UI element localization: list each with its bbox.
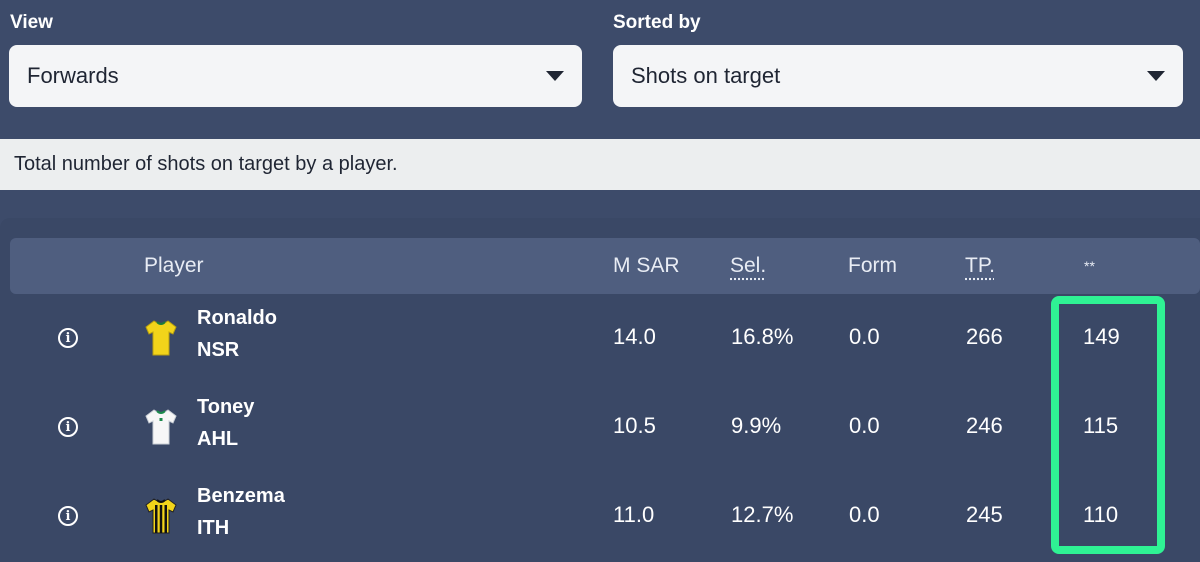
msar-value: 10.5 [613, 413, 656, 438]
chevron-down-icon [1147, 71, 1165, 81]
view-dropdown[interactable]: Forwards [9, 45, 582, 107]
info-icon[interactable]: i [58, 506, 78, 526]
info-icon[interactable]: i [58, 328, 78, 348]
header-sorted-stat[interactable]: ** [1084, 238, 1095, 294]
sorted-column-highlight [1051, 296, 1165, 554]
header-selected[interactable]: Sel. [730, 238, 766, 294]
selected-value: 12.7% [731, 502, 794, 527]
yellow-black-striped-shirt-icon [145, 498, 177, 534]
player-name[interactable]: Benzema [197, 485, 285, 508]
player-team: AHL [197, 428, 239, 450]
stat-description: Total number of shots on target by a pla… [0, 139, 1200, 190]
stats-screen: View Forwards Sorted by Shots on target … [0, 0, 1200, 562]
form-value: 0.0 [849, 324, 880, 349]
total-points-value: 246 [966, 413, 1003, 438]
table-header: Player M SAR Sel. Form TP. ** [10, 238, 1200, 294]
stat-description-text: Total number of shots on target by a pla… [14, 153, 398, 175]
selected-value: 9.9% [731, 413, 782, 438]
view-label: View [10, 12, 53, 33]
yellow-shirt-icon [145, 320, 177, 356]
chevron-down-icon [546, 71, 564, 81]
sort-dropdown[interactable]: Shots on target [613, 45, 1183, 107]
form-value: 0.0 [849, 502, 880, 527]
header-total-points[interactable]: TP. [965, 238, 995, 294]
msar-value: 11.0 [613, 502, 655, 527]
view-dropdown-value: Forwards [27, 63, 119, 88]
header-form[interactable]: Form [848, 238, 897, 294]
msar-value: 14.0 [613, 324, 656, 349]
sort-label: Sorted by [613, 12, 701, 33]
player-name[interactable]: Ronaldo [197, 307, 277, 330]
selected-value: 16.8% [731, 324, 794, 349]
player-team: NSR [197, 339, 240, 361]
sort-dropdown-value: Shots on target [631, 63, 781, 88]
player-name[interactable]: Toney [197, 396, 254, 419]
form-value: 0.0 [849, 413, 880, 438]
total-points-value: 266 [966, 324, 1003, 349]
header-player[interactable]: Player [144, 238, 204, 294]
table-row[interactable]: i Ronaldo NSR 14.0 16.8% 0.0 266 149 [0, 294, 1200, 383]
header-msar[interactable]: M SAR [613, 238, 680, 294]
info-icon[interactable]: i [58, 417, 78, 437]
player-team: ITH [197, 517, 230, 539]
table-row[interactable]: i Toney AHL 10.5 9.9% 0.0 246 115 [0, 383, 1200, 472]
table-row[interactable]: i Benzema ITH 11.0 12.7% 0.0 245 110 [0, 472, 1200, 561]
total-points-value: 245 [966, 502, 1003, 527]
white-green-shirt-icon [145, 409, 177, 445]
players-table: Player M SAR Sel. Form TP. ** i Ronaldo … [0, 218, 1200, 562]
